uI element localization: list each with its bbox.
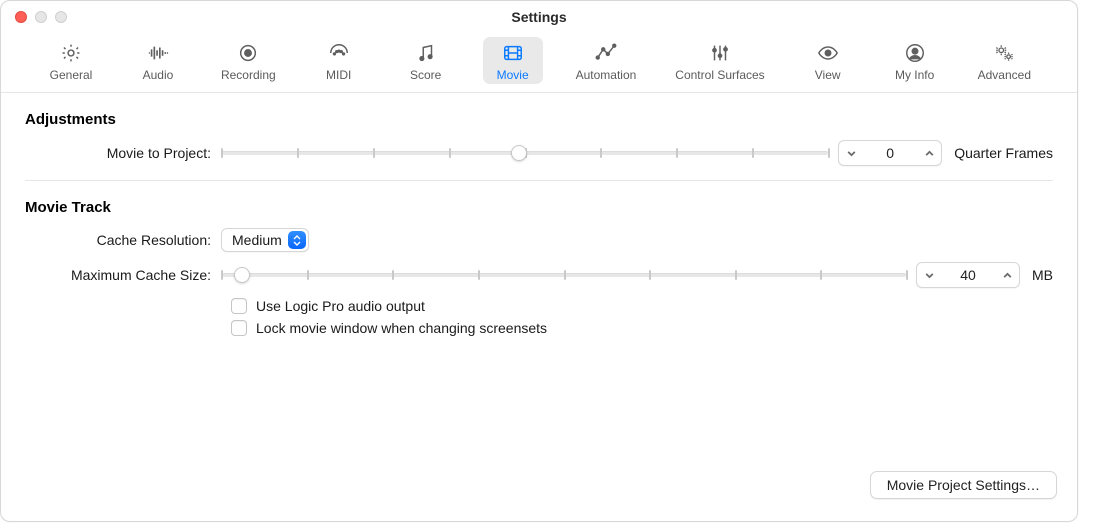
tab-label: Audio [143, 68, 174, 82]
movie-track-header: Movie Track [25, 199, 1053, 216]
cache-resolution-label: Cache Resolution: [25, 232, 221, 248]
tab-midi[interactable]: MIDI [309, 37, 369, 84]
lock-movie-window-row[interactable]: Lock movie window when changing screense… [231, 320, 1053, 336]
tab-label: Control Surfaces [675, 68, 764, 82]
movie-to-project-label: Movie to Project: [25, 145, 221, 161]
tab-score[interactable]: Score [396, 37, 456, 84]
tab-label: Score [410, 68, 441, 82]
tab-label: MIDI [326, 68, 351, 82]
use-logic-audio-row[interactable]: Use Logic Pro audio output [231, 298, 1053, 314]
movie-to-project-row: Movie to Project: 0 Quarter Frames [25, 140, 1053, 166]
window-controls [1, 11, 67, 23]
tab-movie[interactable]: Movie [483, 37, 543, 84]
use-logic-audio-checkbox[interactable] [231, 298, 247, 314]
tab-label: View [815, 68, 841, 82]
midi-icon [325, 41, 353, 65]
max-cache-row: Maximum Cache Size: 40 MB [25, 262, 1053, 288]
tab-my-info[interactable]: My Info [885, 37, 945, 84]
cache-resolution-row: Cache Resolution: Medium [25, 228, 1053, 252]
adjustments-header: Adjustments [25, 111, 1053, 128]
close-window-button[interactable] [15, 11, 27, 23]
eye-icon [814, 41, 842, 65]
settings-window: Settings General Audio Recording MI [0, 0, 1078, 522]
lock-movie-window-checkbox[interactable] [231, 320, 247, 336]
movie-to-project-stepper[interactable]: 0 [838, 140, 942, 166]
max-cache-slider[interactable] [221, 263, 906, 287]
footer: Movie Project Settings… [870, 471, 1057, 499]
stepper-up-icon[interactable] [917, 148, 941, 159]
movie-to-project-value: 0 [863, 145, 917, 161]
use-logic-audio-label: Use Logic Pro audio output [256, 298, 425, 314]
minimize-window-button[interactable] [35, 11, 47, 23]
record-icon [234, 41, 262, 65]
movie-project-settings-button[interactable]: Movie Project Settings… [870, 471, 1057, 499]
tab-recording[interactable]: Recording [215, 37, 282, 84]
stepper-up-icon[interactable] [995, 270, 1019, 281]
gears-icon [990, 41, 1018, 65]
waveform-icon [144, 41, 172, 65]
cache-resolution-value: Medium [232, 232, 288, 248]
tab-audio[interactable]: Audio [128, 37, 188, 84]
music-notes-icon [412, 41, 440, 65]
tab-advanced[interactable]: Advanced [972, 37, 1037, 84]
tab-label: Recording [221, 68, 276, 82]
sliders-icon [706, 41, 734, 65]
max-cache-stepper[interactable]: 40 [916, 262, 1020, 288]
tab-label: Advanced [978, 68, 1031, 82]
tab-label: Movie [497, 68, 529, 82]
tab-general[interactable]: General [41, 37, 101, 84]
settings-toolbar: General Audio Recording MIDI Score [1, 33, 1077, 93]
automation-icon [592, 41, 620, 65]
max-cache-label: Maximum Cache Size: [25, 267, 221, 283]
stepper-down-icon[interactable] [917, 270, 941, 281]
stepper-down-icon[interactable] [839, 148, 863, 159]
max-cache-value: 40 [941, 267, 995, 283]
window-title: Settings [1, 9, 1077, 25]
max-cache-unit: MB [1032, 267, 1053, 283]
film-icon [499, 41, 527, 65]
tab-label: My Info [895, 68, 934, 82]
tab-label: General [50, 68, 93, 82]
lock-movie-window-label: Lock movie window when changing screense… [256, 320, 547, 336]
movie-to-project-slider[interactable] [221, 141, 828, 165]
tab-automation[interactable]: Automation [570, 37, 643, 84]
popup-arrows-icon [288, 231, 306, 249]
tab-control-surfaces[interactable]: Control Surfaces [669, 37, 770, 84]
tab-view[interactable]: View [798, 37, 858, 84]
section-divider [25, 180, 1053, 181]
zoom-window-button[interactable] [55, 11, 67, 23]
person-circle-icon [901, 41, 929, 65]
gear-icon [57, 41, 85, 65]
settings-content: Adjustments Movie to Project: 0 [1, 93, 1077, 336]
cache-resolution-popup[interactable]: Medium [221, 228, 309, 252]
movie-to-project-unit: Quarter Frames [954, 145, 1053, 161]
titlebar: Settings [1, 1, 1077, 33]
tab-label: Automation [576, 68, 637, 82]
